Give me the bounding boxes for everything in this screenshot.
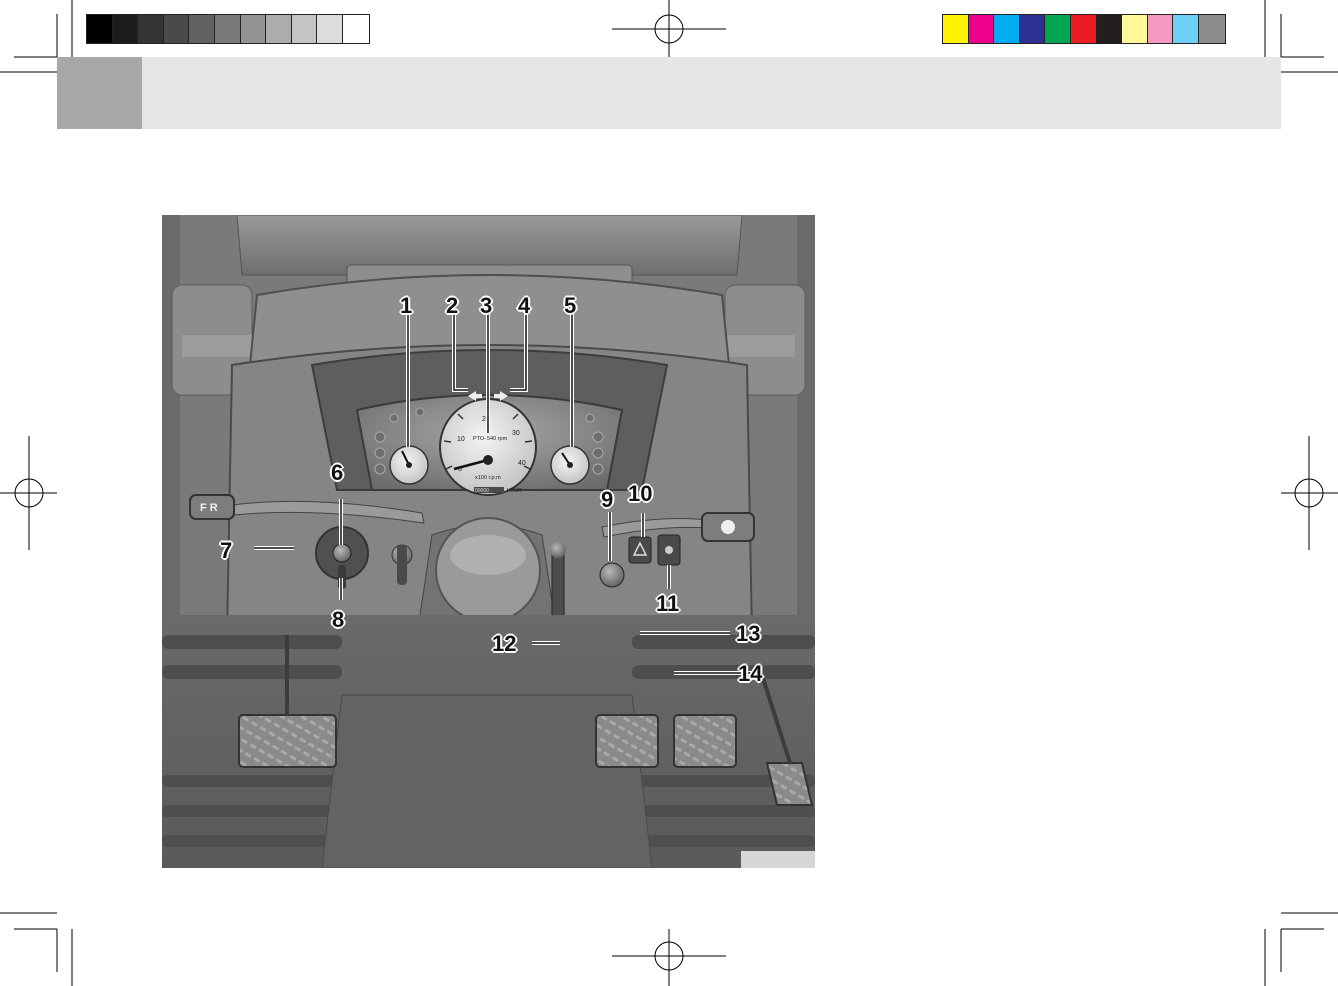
- tacho-rpm-label: 540 rpm: [487, 436, 508, 442]
- grayscale-swatch-10: [317, 15, 343, 43]
- grayscale-swatch-9: [291, 15, 318, 43]
- callout-10: 10: [628, 481, 653, 506]
- shuttle-lever-fr-label: F R: [200, 502, 218, 514]
- process-color-swatch-6: [1070, 15, 1097, 43]
- process-color-swatch-4: [1019, 15, 1046, 43]
- callout-13: 13: [736, 621, 761, 646]
- grayscale-swatch-1: [87, 15, 113, 43]
- grayscale-swatch-3: [138, 15, 164, 43]
- tacho-scale-30: 30: [512, 430, 520, 437]
- grayscale-swatch-2: [112, 15, 139, 43]
- tacho-pto-label: PTO-: [473, 436, 486, 442]
- hour-meter-digits: 00000: [475, 488, 489, 494]
- callout-11: 11: [656, 591, 680, 616]
- grayscale-swatch-11: [342, 15, 369, 43]
- process-color-swatch-7: [1096, 15, 1123, 43]
- process-color-swatch-9: [1147, 15, 1174, 43]
- registration-target-right: [1281, 436, 1338, 550]
- callout-6: 6: [331, 460, 344, 485]
- hour-meter-label: HOUR: [507, 488, 522, 494]
- dashboard-illustration: 0 10 20 30 40 PTO- 540 rpm x100 r.p.m 00…: [162, 215, 815, 868]
- process-color-swatch-1: [943, 15, 969, 43]
- callout-5: 5: [564, 293, 577, 318]
- tacho-scale-10: 10: [457, 436, 465, 443]
- grayscale-swatch-6: [214, 15, 241, 43]
- process-color-swatch-8: [1122, 15, 1148, 43]
- callout-8: 8: [332, 607, 345, 632]
- process-color-swatch-2: [968, 15, 995, 43]
- callout-1: 1: [400, 293, 413, 318]
- grayscale-swatch-8: [266, 15, 292, 43]
- callout-2: 2: [446, 293, 459, 318]
- page-header-tab: [57, 57, 142, 129]
- grayscale-swatch-4: [163, 15, 190, 43]
- callout-7: 7: [220, 538, 233, 563]
- process-color-swatch-3: [994, 15, 1020, 43]
- figure-label-box: [741, 851, 815, 868]
- grayscale-swatch-7: [240, 15, 267, 43]
- callout-12: 12: [492, 631, 517, 656]
- tacho-unit-label: x100 r.p.m: [475, 475, 501, 481]
- callout-4: 4: [518, 293, 531, 318]
- registration-target-bottom: [612, 929, 726, 986]
- callout-14: 14: [738, 661, 763, 686]
- callout-3: 3: [480, 293, 493, 318]
- process-color-bar: [942, 14, 1226, 44]
- process-color-swatch-5: [1045, 15, 1071, 43]
- callout-9: 9: [601, 487, 614, 512]
- registration-target-top: [612, 0, 726, 57]
- tacho-scale-40: 40: [518, 460, 526, 467]
- process-color-swatch-11: [1198, 15, 1225, 43]
- grayscale-swatch-5: [189, 15, 215, 43]
- registration-target-left: [0, 436, 57, 550]
- grayscale-color-bar: [86, 14, 370, 44]
- process-color-swatch-10: [1173, 15, 1199, 43]
- page-header-bar: [57, 57, 1281, 129]
- tacho-scale-0: 0: [458, 466, 462, 473]
